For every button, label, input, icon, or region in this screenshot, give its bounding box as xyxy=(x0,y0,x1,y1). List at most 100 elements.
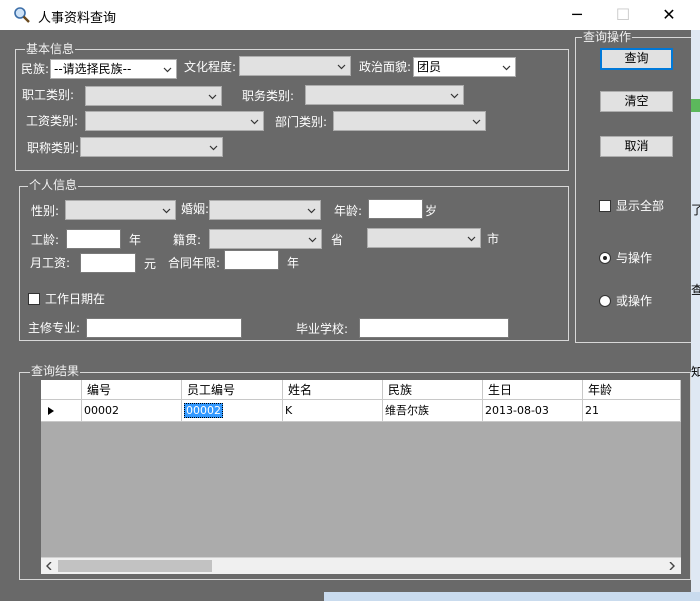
title-type-combo[interactable] xyxy=(80,137,223,157)
major-input[interactable] xyxy=(86,318,242,338)
column-header[interactable]: 生日 xyxy=(483,380,583,400)
query-button[interactable]: 查询 xyxy=(600,48,673,70)
window-title: 人事资料查询 xyxy=(38,11,117,26)
chevron-down-icon xyxy=(467,236,476,242)
table-cell[interactable]: K xyxy=(283,400,383,422)
ethnic-value: --请选择民族-- xyxy=(54,62,132,76)
column-header[interactable]: 员工编号 xyxy=(182,380,283,400)
results-grid[interactable]: 编号 员工编号 姓名 民族 生日 年龄 00002 00002 K 维吾尔族 2… xyxy=(41,380,681,574)
age-input[interactable] xyxy=(368,199,423,219)
province-combo[interactable] xyxy=(209,229,322,249)
column-header[interactable]: 姓名 xyxy=(283,380,383,400)
chevron-down-icon xyxy=(472,119,481,125)
chevron-down-icon xyxy=(162,208,171,214)
ethnic-label: 民族: xyxy=(21,62,50,76)
column-header[interactable]: 年龄 xyxy=(583,380,681,400)
political-value: 团员 xyxy=(417,60,442,74)
chevron-down-icon xyxy=(163,67,172,73)
dept-type-label: 部门类别: xyxy=(275,115,328,129)
selected-cell-text: 00002 xyxy=(184,403,223,418)
search-icon xyxy=(14,7,30,23)
background-window-edge: 了 查 知 xyxy=(691,30,700,601)
chevron-down-icon xyxy=(209,145,218,151)
marriage-label: 婚姻: xyxy=(181,202,210,216)
table-cell[interactable]: 00002 xyxy=(182,400,283,422)
political-combo[interactable]: 团员 xyxy=(413,57,516,77)
row-header[interactable] xyxy=(41,400,82,422)
column-header[interactable]: 编号 xyxy=(82,380,182,400)
or-op-label: 或操作 xyxy=(616,294,653,308)
edge-text: 查 xyxy=(691,283,700,297)
edge-text: 了 xyxy=(691,203,700,217)
marriage-combo[interactable] xyxy=(209,200,321,220)
seniority-unit: 年 xyxy=(129,233,142,247)
query-ops-legend: 查询操作 xyxy=(582,30,633,44)
maximize-button: ☐ xyxy=(615,5,631,24)
native-label: 籍贯: xyxy=(173,233,202,247)
clear-button[interactable]: 清空 xyxy=(600,91,673,112)
contract-unit: 年 xyxy=(287,256,300,270)
row-header-corner xyxy=(41,380,82,400)
contract-input[interactable] xyxy=(224,250,279,270)
edge-highlight xyxy=(691,99,700,112)
school-label: 毕业学校: xyxy=(296,322,349,336)
current-row-icon xyxy=(48,407,54,415)
wage-type-label: 工资类别: xyxy=(26,114,79,128)
school-input[interactable] xyxy=(359,318,509,338)
chevron-down-icon xyxy=(502,65,511,71)
monthly-wage-input[interactable] xyxy=(80,253,136,273)
scroll-left-icon[interactable] xyxy=(46,562,53,570)
chevron-down-icon xyxy=(250,119,259,125)
chevron-down-icon xyxy=(208,94,217,100)
city-unit: 市 xyxy=(487,232,500,246)
chevron-down-icon xyxy=(307,208,316,214)
title-type-label: 职称类别: xyxy=(27,141,80,155)
cancel-button[interactable]: 取消 xyxy=(600,136,673,157)
staff-type-combo[interactable] xyxy=(85,86,222,106)
city-combo[interactable] xyxy=(367,228,481,248)
age-unit: 岁 xyxy=(425,204,438,218)
province-unit: 省 xyxy=(331,233,344,247)
wage-type-combo[interactable] xyxy=(85,111,264,131)
or-op-radio[interactable] xyxy=(599,295,611,307)
table-cell[interactable]: 21 xyxy=(583,400,681,422)
work-date-checkbox[interactable] xyxy=(28,293,40,305)
show-all-checkbox[interactable] xyxy=(599,200,611,212)
monthly-wage-unit: 元 xyxy=(144,257,157,271)
duty-type-combo[interactable] xyxy=(305,85,464,105)
gender-combo[interactable] xyxy=(65,200,176,220)
and-op-radio[interactable] xyxy=(599,252,611,264)
and-op-label: 与操作 xyxy=(616,251,653,265)
ethnic-combo[interactable]: --请选择民族-- xyxy=(50,59,177,79)
seniority-input[interactable] xyxy=(66,229,121,249)
staff-type-label: 职工类别: xyxy=(22,88,75,102)
chevron-down-icon xyxy=(308,237,317,243)
app-window: 人事资料查询 ─ ☐ ✕ 基本信息 民族: --请选择民族-- 文化程度: 政治… xyxy=(0,0,700,601)
contract-label: 合同年限: xyxy=(168,256,221,270)
chevron-down-icon xyxy=(337,64,346,70)
personal-info-legend: 个人信息 xyxy=(28,178,79,192)
results-legend: 查询结果 xyxy=(30,364,81,378)
education-label: 文化程度: xyxy=(184,60,237,74)
education-combo[interactable] xyxy=(239,56,351,76)
show-all-label: 显示全部 xyxy=(616,199,665,213)
gender-label: 性别: xyxy=(31,204,60,218)
scroll-right-icon[interactable] xyxy=(668,562,675,570)
chevron-down-icon xyxy=(450,93,459,99)
column-header[interactable]: 民族 xyxy=(383,380,483,400)
age-label: 年龄: xyxy=(334,204,363,218)
table-cell[interactable]: 2013-08-03 xyxy=(483,400,583,422)
desktop-strip xyxy=(324,592,700,601)
close-button[interactable]: ✕ xyxy=(646,0,692,30)
basic-info-legend: 基本信息 xyxy=(25,42,76,56)
title-bar[interactable]: 人事资料查询 ─ ☐ ✕ xyxy=(0,0,700,30)
table-cell[interactable]: 维吾尔族 xyxy=(383,400,483,422)
scrollbar-thumb[interactable] xyxy=(58,560,212,572)
minimize-button[interactable]: ─ xyxy=(554,0,600,30)
edge-text: 知 xyxy=(691,365,700,379)
table-cell[interactable]: 00002 xyxy=(82,400,182,422)
dept-type-combo[interactable] xyxy=(333,111,486,131)
monthly-wage-label: 月工资: xyxy=(30,256,71,270)
political-label: 政治面貌: xyxy=(359,60,412,74)
horizontal-scrollbar[interactable] xyxy=(41,557,681,574)
